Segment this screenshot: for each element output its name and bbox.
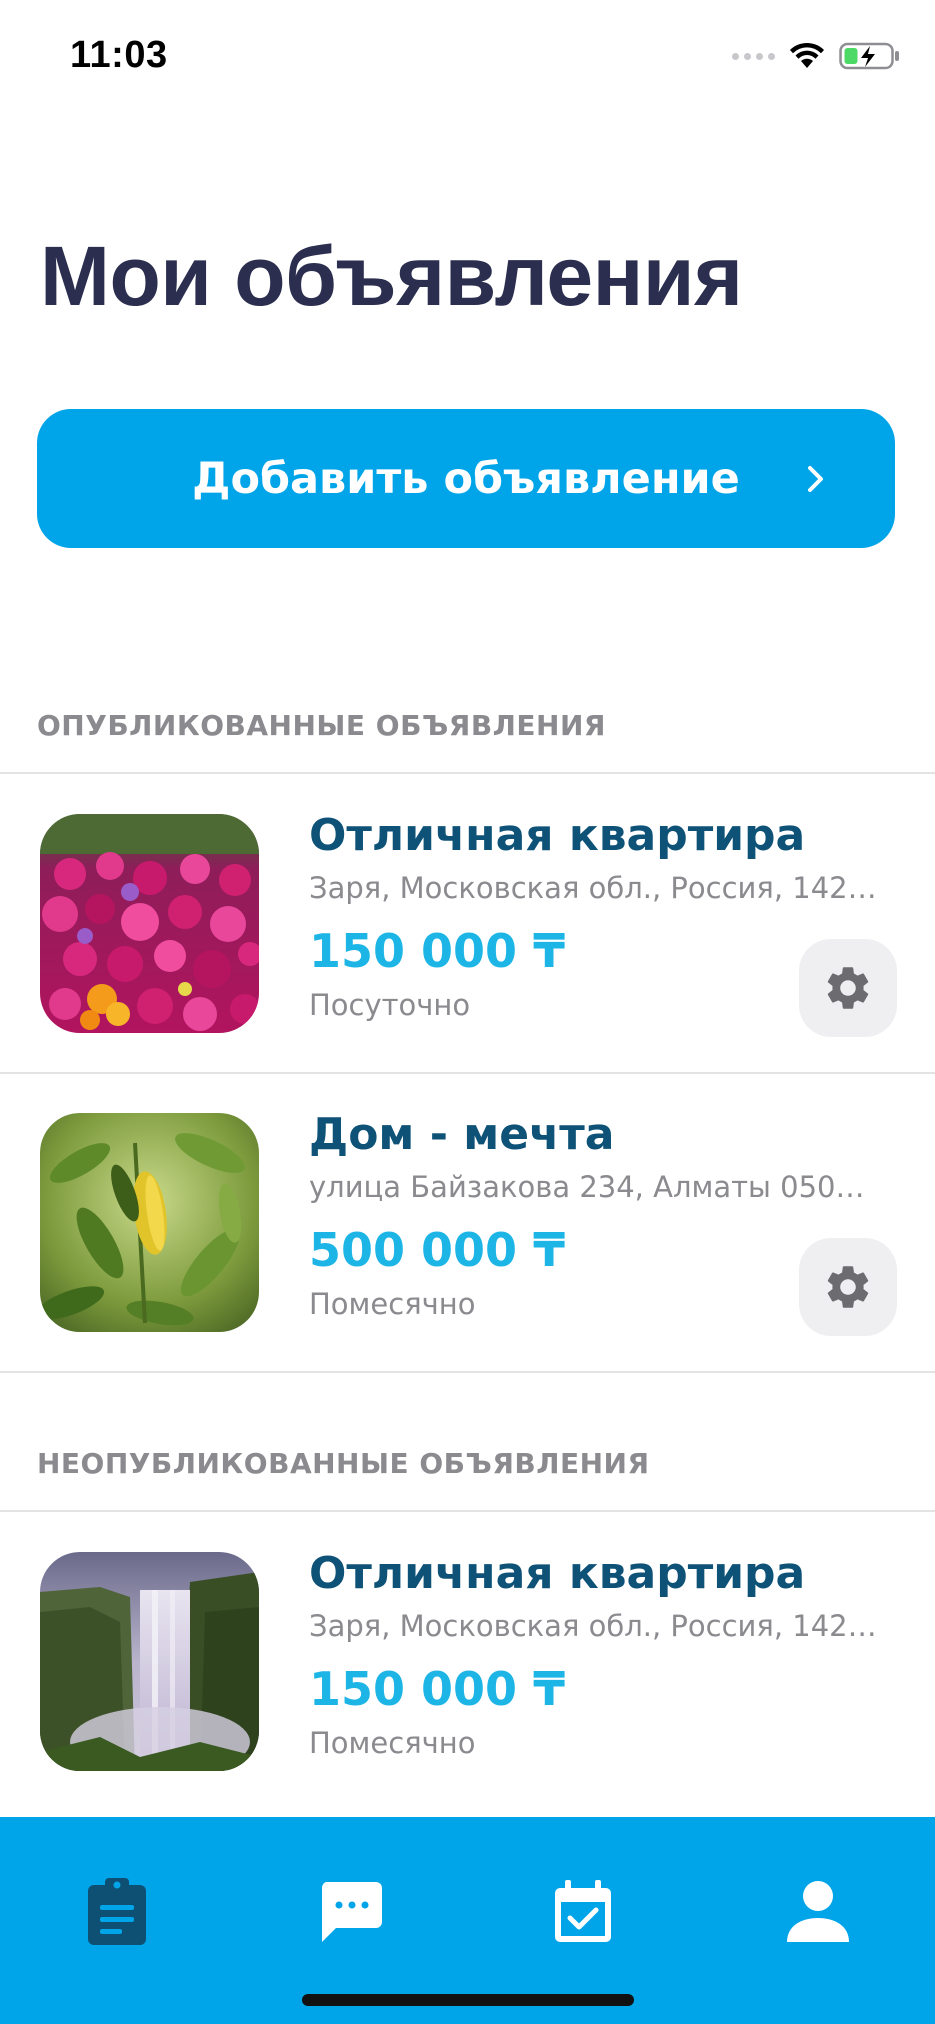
- my-listings-screen: 11:03 Мои объявления Добавить объявление: [0, 0, 935, 2024]
- add-listing-button[interactable]: Добавить объявление: [37, 409, 895, 548]
- leaves-photo: [40, 1113, 259, 1332]
- calendar-check-icon: [555, 1880, 611, 1942]
- unpublished-section-header: НЕОПУБЛИКОВАННЫЕ ОБЪЯВЛЕНИЯ: [37, 1447, 650, 1480]
- listing-price: 500 000 ₸: [309, 1223, 566, 1277]
- tab-calendar[interactable]: [538, 1867, 628, 1957]
- listing-price: 150 000 ₸: [309, 924, 566, 978]
- status-bar: 11:03: [0, 0, 935, 110]
- flowers-photo: [40, 814, 259, 1033]
- cellular-signal-icon: [732, 52, 775, 60]
- listing-address: Заря, Московская обл., Россия, 142046: [309, 1609, 879, 1643]
- published-section-header: ОПУБЛИКОВАННЫЕ ОБЪЯВЛЕНИЯ: [37, 709, 606, 742]
- waterfall-photo: [40, 1552, 259, 1771]
- wifi-icon: [790, 42, 824, 68]
- user-profile-icon: [787, 1881, 849, 1942]
- home-indicator: [302, 1994, 634, 2006]
- gear-icon: [827, 967, 869, 1009]
- listing-settings-button[interactable]: [799, 939, 897, 1037]
- listing-price: 150 000 ₸: [309, 1662, 566, 1716]
- battery-charging-icon: [839, 42, 899, 70]
- add-listing-button-label: Добавить объявление: [192, 453, 740, 504]
- tab-my-listings[interactable]: [72, 1867, 162, 1957]
- listing-title: Отличная квартира: [309, 810, 806, 861]
- unpublished-listing-item[interactable]: Отличная квартира Заря, Московская обл.,…: [0, 1512, 935, 1810]
- status-icons: [732, 42, 901, 70]
- listing-settings-button[interactable]: [799, 1238, 897, 1336]
- divider: [0, 1371, 935, 1373]
- gear-icon: [827, 1266, 869, 1308]
- listing-period: Помесячно: [309, 1726, 476, 1760]
- listing-address: Заря, Московская обл., Россия, 142046: [309, 871, 879, 905]
- listing-thumbnail: [40, 1113, 259, 1332]
- listing-address: улица Байзакова 234, Алматы 050000, Каза…: [309, 1170, 879, 1204]
- tab-messages[interactable]: [306, 1867, 396, 1957]
- chevron-right-icon: [808, 465, 823, 492]
- listing-period: Помесячно: [309, 1287, 476, 1321]
- listing-title: Дом - мечта: [309, 1109, 615, 1160]
- listing-period: Посуточно: [309, 988, 471, 1022]
- published-listing-item[interactable]: Отличная квартира Заря, Московская обл.,…: [0, 774, 935, 1072]
- page-title: Мои объявления: [40, 229, 743, 323]
- tab-profile[interactable]: [773, 1867, 863, 1957]
- tab-bar: [0, 1817, 935, 2024]
- clipboard-list-icon: [88, 1878, 146, 1945]
- listing-thumbnail: [40, 814, 259, 1033]
- listing-title: Отличная квартира: [309, 1548, 806, 1599]
- status-time: 11:03: [70, 34, 168, 76]
- chat-bubble-icon: [321, 1882, 382, 1942]
- published-listing-item[interactable]: Дом - мечта улица Байзакова 234, Алматы …: [0, 1073, 935, 1371]
- listing-thumbnail: [40, 1552, 259, 1771]
